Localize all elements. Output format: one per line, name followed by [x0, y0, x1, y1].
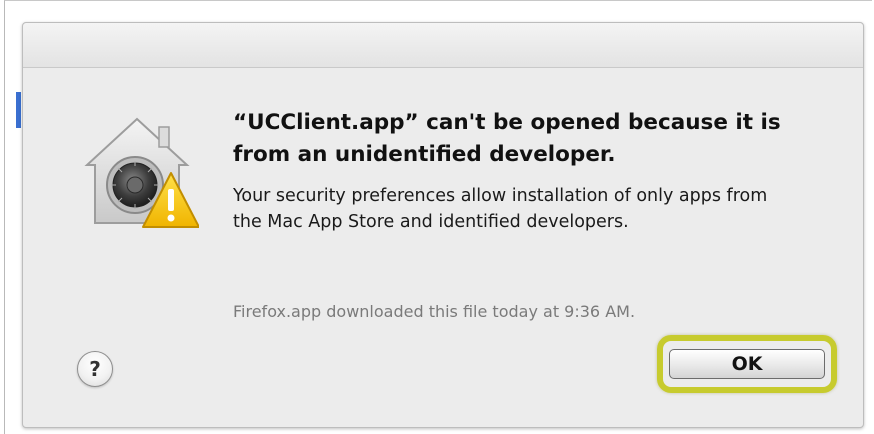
dialog-titlebar — [23, 23, 863, 68]
background-window-accent — [16, 92, 21, 128]
security-alert-dialog: “UCClient.app” can't be opened because i… — [22, 22, 864, 428]
dialog-message: Your security preferences allow installa… — [233, 186, 768, 232]
help-button[interactable]: ? — [77, 351, 113, 387]
gatekeeper-warning-icon — [75, 111, 200, 235]
download-source-note: Firefox.app downloaded this file today a… — [233, 302, 636, 321]
ok-button[interactable]: OK — [669, 349, 825, 379]
dialog-title: “UCClient.app” can't be opened because i… — [233, 110, 781, 167]
